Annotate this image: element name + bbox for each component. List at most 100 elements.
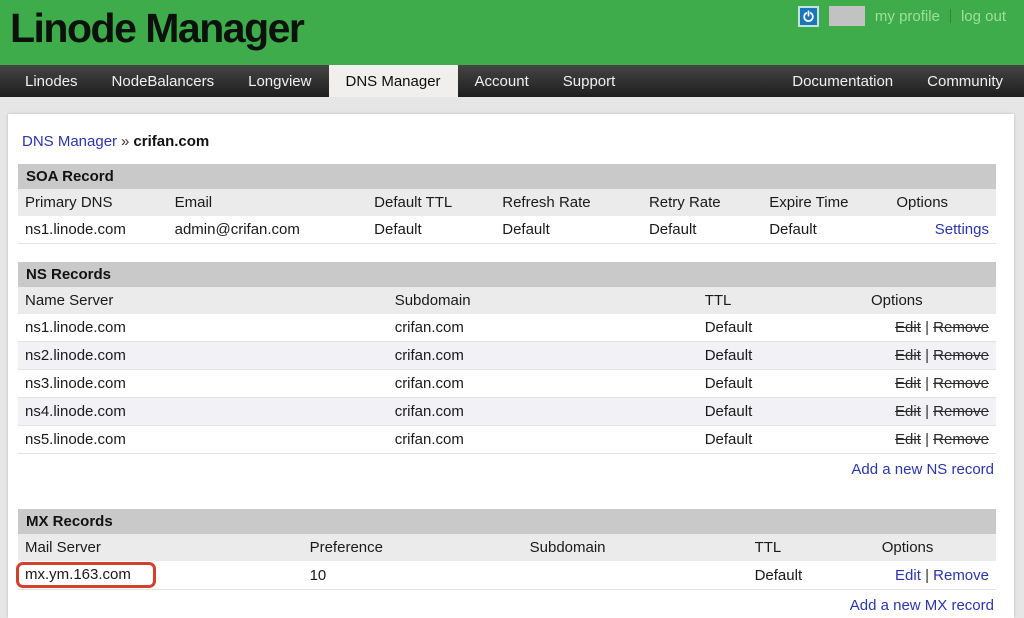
main-navbar: Linodes NodeBalancers Longview DNS Manager A… xyxy=(0,65,1024,97)
soa-settings-link[interactable]: Settings xyxy=(935,221,989,238)
ns-remove-link: Remove xyxy=(933,431,989,448)
ns-subdomain: crifan.com xyxy=(387,369,698,398)
nav-right: Documentation Community xyxy=(775,65,1024,97)
add-ns-record-link[interactable]: Add a new NS record xyxy=(851,461,994,478)
options-separator: | xyxy=(920,431,934,448)
nav-tab-community[interactable]: Community xyxy=(910,65,1020,97)
ns-ttl: Default xyxy=(697,341,864,370)
soa-col-retry-rate: Retry Rate xyxy=(641,189,763,216)
ns-ttl: Default xyxy=(697,397,864,426)
ns-col-subdomain: Subdomain xyxy=(387,287,698,314)
header-search-input[interactable] xyxy=(828,6,865,26)
ns-remove-link: Remove xyxy=(933,375,989,392)
nav-tab-support[interactable]: Support xyxy=(546,65,633,97)
ns-options-cell: Edit | Remove xyxy=(863,314,996,342)
ns-edit-link: Edit xyxy=(895,431,921,448)
soa-record-row: ns1.linode.com admin@crifan.com Default … xyxy=(18,216,996,244)
ns-record-row: ns5.linode.com crifan.com Default Edit | Re… xyxy=(18,425,996,454)
ns-table-footer: Add a new NS record xyxy=(18,454,996,478)
ns-name-server: ns5.linode.com xyxy=(18,425,388,454)
nav-tab-account[interactable]: Account xyxy=(458,65,546,97)
masthead: Linode Manager my profile log out xyxy=(0,0,1024,65)
ns-options-cell: Edit | Remove xyxy=(863,425,996,454)
ns-options-cell: Edit | Remove xyxy=(863,369,996,398)
soa-col-refresh-rate: Refresh Rate xyxy=(495,189,642,216)
soa-expire-time: Default xyxy=(762,216,890,244)
nav-tab-nodebalancers[interactable]: NodeBalancers xyxy=(95,65,232,97)
log-out-link[interactable]: log out xyxy=(961,8,1006,25)
ns-header-row: Name Server Subdomain TTL Options xyxy=(18,287,996,314)
ns-name-server: ns4.linode.com xyxy=(18,397,388,426)
power-button[interactable] xyxy=(797,5,819,27)
content-panel: DNS Manager» crifan.com SOA Record Primar… xyxy=(8,114,1014,618)
ns-options-cell: Edit | Remove xyxy=(863,341,996,370)
nav-tab-dns-manager[interactable]: DNS Manager xyxy=(328,65,458,97)
mx-record-row: mx.ym.163.com 10 Default Edit | Remove xyxy=(16,561,996,590)
options-separator: | xyxy=(925,566,929,584)
ns-ttl: Default xyxy=(697,425,864,454)
nav-tab-linodes[interactable]: Linodes xyxy=(8,65,95,97)
breadcrumb-separator: » xyxy=(121,133,130,150)
mx-remove-link[interactable]: Remove xyxy=(933,567,989,584)
ns-col-name-server: Name Server xyxy=(18,287,388,314)
ns-ttl: Default xyxy=(697,369,864,398)
soa-primary-dns: ns1.linode.com xyxy=(18,216,168,244)
mx-ttl: Default xyxy=(747,561,875,590)
soa-col-expire-time: Expire Time xyxy=(762,189,890,216)
soa-col-default-ttl: Default TTL xyxy=(367,189,496,216)
ns-edit-link: Edit xyxy=(895,347,921,364)
power-icon xyxy=(802,9,815,23)
breadcrumb-dns-manager-link[interactable]: DNS Manager xyxy=(22,133,117,150)
ns-col-ttl: TTL xyxy=(697,287,864,314)
nav-tab-documentation[interactable]: Documentation xyxy=(775,65,910,97)
ns-records-table: NS Records Name Server Subdomain TTL Opt… xyxy=(18,262,996,454)
soa-retry-rate: Default xyxy=(641,216,763,244)
ns-name-server: ns2.linode.com xyxy=(18,341,388,370)
ns-record-row: ns1.linode.com crifan.com Default Edit | Re… xyxy=(18,314,996,342)
options-separator: | xyxy=(920,319,934,336)
ns-name-server: ns3.linode.com xyxy=(18,369,388,398)
ns-subdomain: crifan.com xyxy=(387,341,698,370)
options-separator: | xyxy=(920,403,934,420)
mx-records-table: MX Records Mail Server Preference Subdom… xyxy=(16,509,996,590)
ns-record-row: ns3.linode.com crifan.com Default Edit | Re… xyxy=(18,369,996,398)
ns-options-cell: Edit | Remove xyxy=(863,397,996,426)
breadcrumb-current-domain: crifan.com xyxy=(133,133,210,150)
ns-subdomain: crifan.com xyxy=(387,314,698,342)
soa-options-cell: Settings xyxy=(889,216,996,244)
ns-remove-link: Remove xyxy=(933,403,989,420)
nav-tab-longview[interactable]: Longview xyxy=(231,65,328,97)
add-mx-record-link[interactable]: Add a new MX record xyxy=(850,597,994,614)
mx-col-preference: Preference xyxy=(302,534,523,561)
ns-name-server: ns1.linode.com xyxy=(18,314,388,342)
mx-subdomain xyxy=(522,561,748,590)
soa-col-options: Options xyxy=(889,189,996,216)
ns-table-body: ns1.linode.com crifan.com Default Edit | Re… xyxy=(18,314,996,454)
ns-record-row: ns2.linode.com crifan.com Default Edit | Re… xyxy=(18,341,996,370)
soa-header-row: Primary DNS Email Default TTL Refresh Ra… xyxy=(18,189,996,216)
mx-table-footer: Add a new MX record xyxy=(18,590,996,614)
mx-col-ttl: TTL xyxy=(747,534,875,561)
soa-col-primary-dns: Primary DNS xyxy=(18,189,168,216)
mx-mail-server: mx.ym.163.com xyxy=(25,566,131,583)
linode-manager-logo: Linode Manager xyxy=(10,5,305,51)
masthead-right: my profile log out xyxy=(797,5,1006,27)
mx-table-title: MX Records xyxy=(18,509,996,534)
my-profile-link[interactable]: my profile xyxy=(875,8,940,25)
nav-left: Linodes NodeBalancers Longview DNS Manager A… xyxy=(0,65,632,97)
soa-col-email: Email xyxy=(167,189,368,216)
ns-edit-link: Edit xyxy=(895,375,921,392)
soa-table-title: SOA Record xyxy=(18,164,996,189)
soa-refresh-rate: Default xyxy=(495,216,642,244)
ns-remove-link: Remove xyxy=(933,347,989,364)
options-separator: | xyxy=(920,375,934,392)
ns-edit-link: Edit xyxy=(895,319,921,336)
mx-col-options: Options xyxy=(874,534,996,561)
mx-col-subdomain: Subdomain xyxy=(522,534,748,561)
ns-table-title: NS Records xyxy=(18,262,996,287)
mx-header-row: Mail Server Preference Subdomain TTL Opt… xyxy=(18,534,996,561)
ns-subdomain: crifan.com xyxy=(387,425,698,454)
mx-edit-link[interactable]: Edit xyxy=(895,567,921,584)
